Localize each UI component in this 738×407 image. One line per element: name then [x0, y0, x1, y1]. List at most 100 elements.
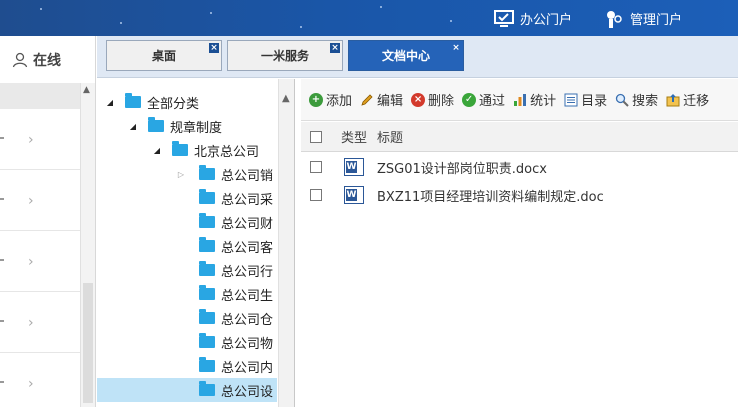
toolbar-label: 通过: [479, 94, 506, 109]
tree-node[interactable]: 总公司行: [97, 258, 277, 282]
tab-yimi-service[interactable]: 一米服务 ×: [227, 40, 343, 71]
folder-icon: [199, 285, 215, 300]
scrollbar-thumb[interactable]: [83, 283, 93, 403]
move-icon: [666, 93, 680, 106]
expand-arrow-icon[interactable]: ◢: [105, 98, 115, 107]
row-checkbox[interactable]: [310, 161, 322, 173]
tree-node[interactable]: ▷ 总公司销: [97, 162, 277, 186]
chevron-right-icon: ›: [28, 193, 34, 209]
tab-desktop[interactable]: 桌面 ×: [106, 40, 222, 71]
admin-portal-label: 管理门户: [630, 13, 683, 28]
collapse-arrow-icon[interactable]: ▷: [176, 170, 186, 179]
table-row[interactable]: BXZ11项目经理培训资料编制规定.doc: [301, 181, 738, 209]
tree-node-selected[interactable]: 总公司设: [97, 378, 277, 402]
folder-icon: [199, 357, 215, 372]
tree-node-label: 总公司行: [221, 264, 274, 280]
star-decoration: [210, 12, 212, 14]
folder-icon: [199, 165, 215, 180]
tree-node-label: 总公司采: [221, 192, 274, 208]
star-decoration: [120, 22, 122, 24]
tree-node-label: 总公司销: [221, 168, 274, 184]
folder-icon: [199, 309, 215, 324]
star-decoration: [450, 20, 452, 22]
tree-node-label: 北京总公司: [194, 144, 260, 160]
tree-node[interactable]: 总公司内: [97, 354, 277, 378]
edit-button[interactable]: 编辑: [360, 90, 403, 109]
add-button[interactable]: + 添加: [309, 90, 352, 109]
tree-node[interactable]: ◢ 全部分类: [97, 90, 277, 114]
star-decoration: [40, 8, 42, 10]
add-icon: +: [309, 92, 323, 107]
tree-scrollbar[interactable]: ▲: [278, 79, 294, 407]
office-portal-label: 办公门户: [520, 13, 573, 28]
chevron-right-icon: ›: [28, 315, 34, 331]
table-row[interactable]: ZSG01设计部岗位职责.docx: [301, 153, 738, 181]
tree-node[interactable]: 总公司物: [97, 330, 277, 354]
left-scrollbar[interactable]: ▲: [80, 83, 95, 407]
type-column-header[interactable]: 类型: [331, 127, 377, 146]
folder-icon: [199, 333, 215, 348]
tree-node[interactable]: 总公司生: [97, 282, 277, 306]
search-icon: [615, 93, 629, 107]
tab-label: 一米服务: [260, 49, 309, 63]
chevron-right-icon: ›: [28, 132, 34, 148]
office-portal-link[interactable]: 办公门户: [494, 9, 572, 28]
online-label: 在线: [33, 52, 61, 69]
expand-arrow-icon[interactable]: ◢: [152, 146, 162, 155]
tree-node[interactable]: 总公司仓: [97, 306, 277, 330]
bar-chart-icon: [514, 93, 527, 106]
toolbar-label: 添加: [326, 94, 353, 109]
close-icon[interactable]: ×: [330, 43, 340, 53]
list-icon: [564, 93, 578, 106]
chevron-right-icon: ›: [28, 376, 34, 392]
tree-node[interactable]: 总公司客: [97, 234, 277, 258]
delete-button[interactable]: × 删除: [411, 90, 454, 109]
tree-node-label: 总公司设: [221, 384, 274, 400]
online-users[interactable]: 在线: [0, 36, 95, 83]
directory-button[interactable]: 目录: [564, 90, 607, 109]
folder-icon: [148, 117, 164, 132]
tree-node[interactable]: 总公司采: [97, 186, 277, 210]
folder-icon: [199, 381, 215, 396]
tree-node[interactable]: ◢ 北京总公司: [97, 138, 277, 162]
table-header: 类型 标题: [301, 122, 738, 152]
tree-node-label: 总公司客: [221, 240, 274, 256]
tree-node[interactable]: ◢ 规章制度: [97, 114, 277, 138]
check-icon: ✓: [462, 92, 477, 107]
tree-node-label: 总公司物: [221, 336, 274, 352]
tab-label: 文档中心: [381, 49, 430, 63]
folder-icon: [199, 261, 215, 276]
admin-portal-link[interactable]: 管理门户: [604, 9, 682, 28]
toolbar: + 添加 编辑 × 删除 ✓ 通过 统计 目录 搜索 迁移: [301, 79, 738, 121]
toolbar-label: 目录: [581, 94, 608, 109]
left-panel: 在线 › › › › › ▲: [0, 36, 96, 407]
scroll-up-icon[interactable]: ▲: [83, 85, 90, 95]
document-title-link[interactable]: BXZ11项目经理培训资料编制规定.doc: [377, 186, 604, 205]
select-all-checkbox[interactable]: [310, 130, 322, 143]
title-column-header[interactable]: 标题: [377, 127, 403, 146]
close-icon[interactable]: ×: [209, 43, 219, 53]
scroll-up-icon[interactable]: ▲: [282, 93, 290, 104]
move-button[interactable]: 迁移: [666, 90, 709, 109]
user-icon: [12, 52, 28, 67]
document-title-link[interactable]: ZSG01设计部岗位职责.docx: [377, 158, 547, 177]
tree-node-label: 全部分类: [147, 96, 200, 112]
tab-bar: 桌面 × 一米服务 × 文档中心 ×: [97, 36, 738, 78]
search-button[interactable]: 搜索: [615, 90, 658, 109]
document-list-pane: + 添加 编辑 × 删除 ✓ 通过 统计 目录 搜索 迁移 类型 标题 W ZS…: [301, 79, 738, 407]
statistics-button[interactable]: 统计: [513, 90, 556, 109]
menu-marker: [0, 259, 4, 261]
tree-node[interactable]: 总公司财: [97, 210, 277, 234]
expand-arrow-icon[interactable]: ◢: [128, 122, 138, 131]
tree-node-label: 总公司生: [221, 288, 274, 304]
folder-icon: [172, 141, 188, 156]
approve-button[interactable]: ✓ 通过: [462, 90, 505, 109]
menu-marker: [0, 137, 4, 139]
folder-icon: [125, 93, 141, 108]
tab-document-center[interactable]: 文档中心 ×: [348, 40, 464, 71]
row-checkbox[interactable]: [310, 189, 322, 201]
delete-icon: ×: [411, 92, 426, 107]
close-icon[interactable]: ×: [451, 43, 461, 53]
tree-node-label: 总公司财: [221, 216, 274, 232]
tree-node-label: 总公司内: [221, 360, 274, 376]
